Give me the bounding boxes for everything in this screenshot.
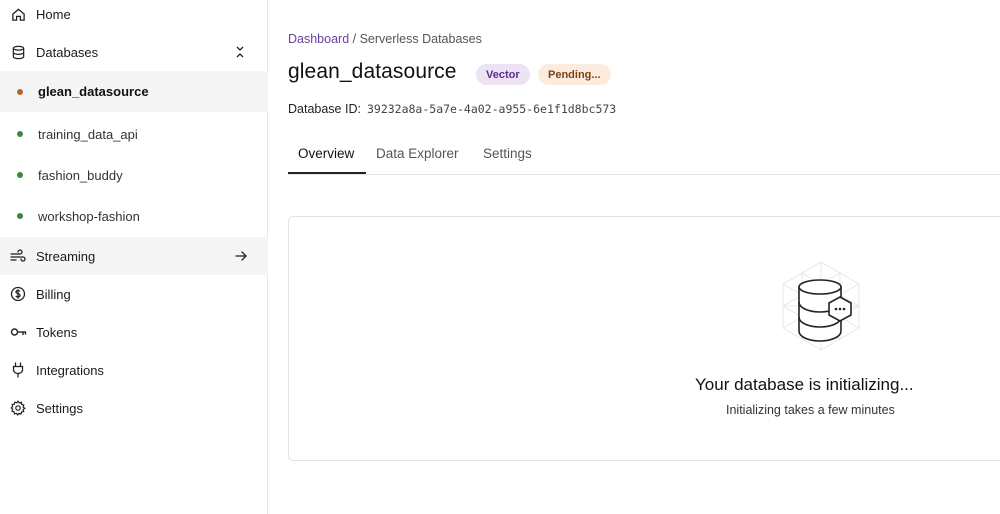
tab-overview[interactable]: Overview (298, 146, 354, 161)
arrow-right-icon (232, 247, 250, 265)
db-item-label: fashion_buddy (38, 167, 123, 183)
database-id-label: Database ID: (288, 102, 361, 116)
active-status-dot (17, 131, 23, 137)
wind-icon (9, 247, 27, 265)
breadcrumb-dashboard-link[interactable]: Dashboard (288, 32, 349, 46)
breadcrumb-separator: / (349, 32, 360, 46)
initializing-title: Your database is initializing... (695, 375, 914, 394)
nav-databases[interactable]: Databases (0, 43, 268, 61)
dollar-circle-icon (9, 285, 27, 303)
key-icon (9, 323, 27, 341)
breadcrumb: Dashboard / Serverless Databases (288, 32, 482, 46)
database-id: Database ID: 39232a8a-5a7e-4a02-a955-6e1f… (288, 102, 616, 116)
tab-bar: Overview Data Explorer Settings (288, 138, 1000, 175)
page-title: glean_datasource (288, 60, 457, 83)
initializing-subtitle: Initializing takes a few minutes (726, 403, 895, 417)
active-tab-indicator (288, 172, 366, 174)
nav-settings[interactable]: Settings (0, 399, 268, 417)
gear-icon (9, 399, 27, 417)
nav-tokens[interactable]: Tokens (0, 323, 268, 341)
nav-home-label: Home (36, 6, 71, 22)
main-content: Dashboard / Serverless Databases glean_d… (268, 0, 1000, 514)
breadcrumb-current: Serverless Databases (359, 32, 482, 46)
database-id-value: 39232a8a-5a7e-4a02-a955-6e1f1d8bc573 (366, 102, 617, 116)
plug-icon (9, 361, 27, 379)
type-badge: Vector (476, 64, 530, 85)
nav-streaming-label: Streaming (36, 248, 96, 264)
active-status-dot (17, 172, 23, 178)
status-panel: Your database is initializing... Initial… (288, 216, 1000, 461)
nav-integrations[interactable]: Integrations (0, 361, 268, 379)
home-icon (9, 5, 27, 23)
db-item-fashion-buddy[interactable]: fashion_buddy (0, 165, 268, 185)
nav-home[interactable]: Home (0, 5, 268, 23)
nav-databases-label: Databases (36, 44, 99, 60)
active-status-dot (17, 213, 23, 219)
sidebar: Home Databases glean_datasource training… (0, 0, 268, 514)
nav-billing-label: Billing (36, 286, 71, 302)
db-item-label: glean_datasource (38, 84, 149, 99)
nav-tokens-label: Tokens (36, 324, 78, 340)
nav-billing[interactable]: Billing (0, 285, 268, 303)
collapse-chevron-icon[interactable] (231, 43, 249, 61)
db-item-label: training_data_api (38, 126, 138, 142)
tab-data-explorer[interactable]: Data Explorer (376, 146, 459, 161)
nav-settings-label: Settings (36, 400, 83, 416)
nav-integrations-label: Integrations (36, 362, 104, 378)
status-badge: Pending... (538, 64, 611, 85)
nav-streaming[interactable]: Streaming (0, 237, 268, 275)
db-item-label: workshop-fashion (38, 208, 140, 224)
database-initializing-illustration (771, 257, 871, 367)
db-item-workshop-fashion[interactable]: workshop-fashion (0, 206, 268, 226)
tab-settings[interactable]: Settings (483, 146, 532, 161)
db-item-training-data-api[interactable]: training_data_api (0, 124, 268, 144)
db-item-glean-datasource[interactable]: glean_datasource (0, 71, 268, 112)
database-icon (9, 43, 27, 61)
pending-status-dot (17, 88, 23, 95)
